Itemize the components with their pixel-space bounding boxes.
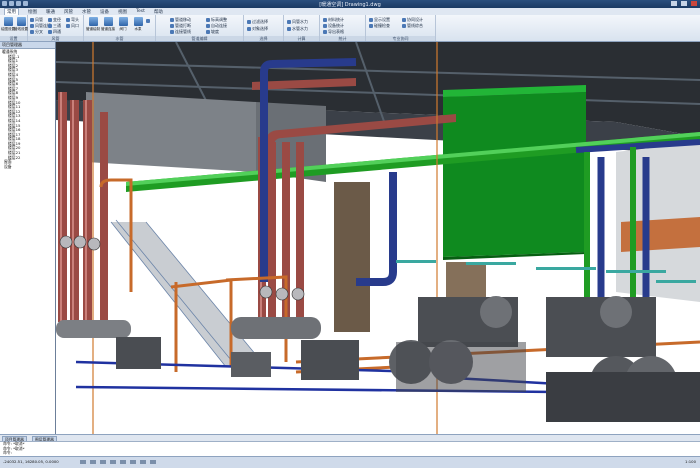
lineweight-toggle-icon[interactable]	[140, 460, 146, 464]
tab-pipe[interactable]: 水管	[82, 9, 91, 15]
ribbon-group-collab: 显示设置 碰撞检查 协同设计 管线综合 专业协同	[366, 15, 436, 41]
settings-icon	[3, 17, 13, 26]
ribbon-group-select: 过滤选择 对象选择 选择	[244, 15, 284, 41]
title-bar: [暖通空调] Drawing1.dwg	[0, 0, 700, 8]
polar-toggle-icon[interactable]	[110, 460, 116, 464]
ribbon-group-pipe-edit: 管道移动 管道打断 连接管线 标高调整 自动连接 坡度 管道编辑	[156, 15, 244, 41]
connect-equipment-button[interactable]	[146, 19, 150, 23]
duct-hydraulic-button[interactable]: 风管水力	[287, 19, 308, 25]
snap-toggle-icon[interactable]	[80, 460, 86, 464]
tab-duct[interactable]: 风管	[64, 9, 73, 15]
export-table-button[interactable]: 导出表格	[323, 29, 344, 35]
lines-icon	[16, 17, 26, 26]
tab-help[interactable]: 帮助	[154, 9, 163, 15]
tab-view[interactable]: 视图	[118, 9, 127, 15]
pipe-draw-button[interactable]: 管道绘制	[86, 17, 100, 33]
air-handling-unit	[443, 92, 586, 257]
draw-settings-button[interactable]: 绘图设置	[1, 17, 15, 33]
cross-button[interactable]: 四通	[48, 29, 61, 35]
window-title: [暖通空调] Drawing1.dwg	[319, 2, 381, 8]
status-bar: -24032.51, 16280.05, 0.0000 1:100	[0, 456, 700, 468]
ribbon-group-calc: 风管水力 水管水力 计算	[284, 15, 320, 41]
otrack-toggle-icon[interactable]	[130, 460, 136, 464]
connect-icon	[103, 17, 113, 26]
project-tree: 暖通系统 楼层-1 楼层1 楼层2 楼层3 楼层4 楼层5 楼层6 楼层7 楼层8 楼层9 楼层10…	[2, 49, 20, 170]
object-select-button[interactable]: 对象选择	[247, 26, 268, 32]
maximize-button[interactable]	[681, 1, 687, 6]
ribbon: 绘图设置 管线设置 设置 风管 风管连接 分叉 变径 三通 四通 弯头 风口 风…	[0, 15, 700, 42]
panel-header: 项目管理器	[0, 42, 55, 49]
tree-item[interactable]: 设备	[2, 164, 20, 170]
pump-icon	[133, 17, 143, 26]
command-window[interactable]: 命令: *取消* 命令: *取消* 命令:	[0, 441, 700, 456]
model-toggle-icon[interactable]	[150, 460, 156, 464]
3d-viewport[interactable]	[56, 42, 700, 434]
ribbon-group-stats: 材料统计 设备统计 导出表格 统计	[320, 15, 366, 41]
pipeline-integration-button[interactable]: 管线综合	[402, 23, 423, 29]
ribbon-group-settings: 绘图设置 管线设置 设置	[0, 15, 28, 41]
minimize-button[interactable]	[671, 1, 677, 6]
status-toggles	[80, 460, 156, 464]
scale-readout[interactable]: 1:100	[685, 459, 696, 464]
back-wall	[86, 92, 256, 172]
diffuser-button[interactable]: 风口	[66, 23, 79, 29]
pipe-link-button[interactable]: 连接管线	[170, 29, 191, 35]
filter-select-button[interactable]: 过滤选择	[247, 19, 268, 25]
tab-draw[interactable]: 绘图	[28, 9, 37, 15]
ribbon-tabs: 常用 绘图 暖通 风管 水管 设备 视图 Test 帮助	[0, 8, 700, 15]
clash-check-button[interactable]: 碰撞检查	[369, 23, 390, 29]
command-prompt[interactable]: 命令:	[3, 450, 700, 456]
osnap-toggle-icon[interactable]	[120, 460, 126, 464]
pump-button[interactable]: 水泵	[131, 17, 145, 33]
branch-button[interactable]: 分叉	[30, 29, 43, 35]
close-button[interactable]	[691, 1, 697, 6]
pipe-hydraulic-button[interactable]: 水管水力	[287, 26, 308, 32]
pipe-icon	[88, 17, 98, 26]
project-manager-panel: 项目管理器 暖通系统 楼层-1 楼层1 楼层2 楼层3 楼层4 楼层5 楼层6 楼层7 楼层8 楼…	[0, 42, 56, 434]
valve-button[interactable]: 阀门	[116, 17, 130, 33]
coordinate-readout: -24032.51, 16280.05, 0.0000	[3, 459, 59, 464]
grid-toggle-icon[interactable]	[90, 460, 96, 464]
model-scene	[56, 42, 700, 434]
slope-button[interactable]: 坡度	[206, 29, 219, 35]
pipe-connect-button[interactable]: 管道连接	[101, 17, 115, 33]
tab-home[interactable]: 常用	[4, 8, 19, 15]
tab-hvac[interactable]: 暖通	[46, 9, 55, 15]
ribbon-group-duct: 风管 风管连接 分叉 变径 三通 四通 弯头 风口 风管	[28, 15, 84, 41]
ribbon-group-pipe: 管道绘制 管道连接 阀门 水泵 水管	[84, 15, 156, 41]
tab-test[interactable]: Test	[136, 9, 145, 14]
line-settings-button[interactable]: 管线设置	[14, 17, 28, 33]
ortho-toggle-icon[interactable]	[100, 460, 106, 464]
valve-icon	[118, 17, 128, 26]
tab-equipment[interactable]: 设备	[100, 9, 109, 15]
column	[334, 182, 370, 332]
